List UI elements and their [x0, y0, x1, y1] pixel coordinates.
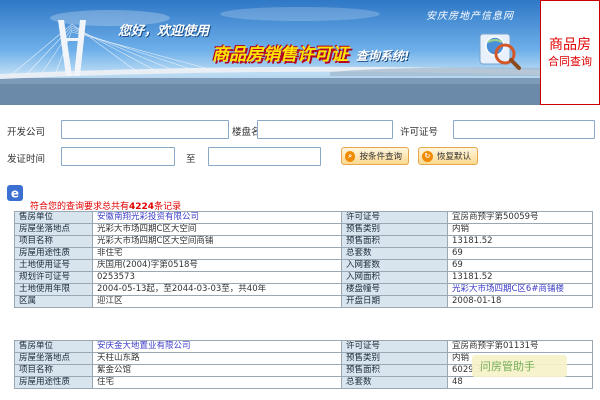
field-label: 楼盘幢号 — [341, 283, 448, 296]
table-row: 土地使用年限 2004-05-13起，至2044-03-03至，共40年 楼盘幢… — [14, 283, 593, 296]
search-button[interactable]: ⌕ 按条件查询 — [341, 147, 409, 165]
field-label: 房屋坐落地点 — [14, 223, 93, 236]
table-row: 房屋坐落地点 光彩大市场四期C区大空间 预售类别 内销 — [14, 223, 593, 236]
table-row: 房屋用途性质 非住宅 总套数 69 — [14, 247, 593, 260]
assistant-watermark[interactable]: 问房管助手 — [472, 355, 567, 377]
result-info-icon: e — [7, 185, 23, 201]
field-label: 预售面积 — [341, 364, 448, 377]
field-value: 69 — [447, 259, 593, 272]
magnifier-globe-icon — [479, 33, 521, 70]
building-input[interactable] — [257, 120, 393, 139]
seller-link[interactable]: 安徽南翔光彩投资有限公司 — [97, 213, 199, 223]
field-label: 总套数 — [341, 376, 448, 389]
field-value: 内销 — [447, 223, 593, 236]
field-value: 2008-01-18 — [447, 295, 593, 308]
field-label: 预售类别 — [341, 352, 448, 365]
table-row: 房屋用途性质 住宅 总套数 48 — [14, 376, 593, 389]
table-row: 项目名称 光彩大市场四期C区大空间商铺 预售面积 13181.52 — [14, 235, 593, 248]
banner-image: 安庆房地产信息网 您好，欢迎使用 商品房销售许可证 查询系统! — [0, 0, 540, 105]
field-label: 开盘日期 — [341, 295, 448, 308]
field-value: 宜房商预字第50059号 — [447, 211, 593, 224]
system-title: 商品房销售许可证 — [212, 45, 348, 65]
field-value: 69 — [447, 247, 593, 260]
table-row: 售房单位 安庆金大地置业有限公司 许可证号 宜房商预字第01131号 — [14, 340, 593, 353]
date-from-input[interactable] — [61, 147, 175, 166]
field-label: 入网面积 — [341, 271, 448, 284]
developer-input[interactable] — [61, 120, 229, 139]
field-value: 住宅 — [92, 376, 342, 389]
search-icon: ⌕ — [345, 150, 356, 162]
contract-query-link[interactable]: 商品房 合同查询 — [540, 0, 600, 105]
record-table-1: 售房单位 安徽南翔光彩投资有限公司 许可证号 宜房商预字第50059号 房屋坐落… — [14, 211, 593, 308]
developer-label: 开发公司 — [7, 127, 46, 138]
field-label: 售房单位 — [14, 211, 93, 224]
field-label: 房屋用途性质 — [14, 376, 93, 389]
date-to-input[interactable] — [208, 147, 321, 166]
table-row: 土地使用证号 庆国用(2004)字第0518号 入网套数 69 — [14, 259, 593, 272]
field-value: 13181.52 — [447, 235, 593, 248]
to-label: 至 — [186, 154, 196, 165]
building-number-link[interactable]: 光彩大市场四期C区6#商铺楼 — [452, 285, 564, 295]
contract-query-line2: 合同查询 — [548, 54, 592, 68]
permit-label: 许可证号 — [400, 127, 439, 138]
field-label: 区属 — [14, 295, 93, 308]
field-label: 许可证号 — [341, 211, 448, 224]
system-subtitle: 查询系统! — [356, 49, 410, 63]
site-brand: 安庆房地产信息网 — [426, 11, 514, 22]
field-value: 非住宅 — [92, 247, 342, 260]
refresh-icon: ↻ — [422, 150, 433, 162]
field-label: 许可证号 — [341, 340, 448, 353]
permit-input[interactable] — [453, 120, 595, 139]
table-row: 规划许可证号 0253573 入网面积 13181.52 — [14, 271, 593, 284]
field-label: 项目名称 — [14, 364, 93, 377]
table-row: 售房单位 安徽南翔光彩投资有限公司 许可证号 宜房商预字第50059号 — [14, 211, 593, 224]
svg-text:e: e — [11, 187, 19, 201]
field-label: 规划许可证号 — [14, 271, 93, 284]
field-value: 0253573 — [92, 271, 342, 284]
reset-button-label: 恢复默认 — [436, 152, 471, 162]
field-label: 土地使用年限 — [14, 283, 93, 296]
field-label: 售房单位 — [14, 340, 93, 353]
search-button-label: 按条件查询 — [359, 152, 402, 162]
field-value: 48 — [447, 376, 593, 389]
field-value: 宜房商预字第01131号 — [447, 340, 593, 353]
field-value: 紫金公馆 — [92, 364, 342, 377]
table-row: 区属 迎江区 开盘日期 2008-01-18 — [14, 295, 593, 308]
field-value: 天柱山东路 — [92, 352, 342, 365]
welcome-text: 您好，欢迎使用 — [118, 24, 210, 39]
field-label: 预售面积 — [341, 235, 448, 248]
field-label: 总套数 — [341, 247, 448, 260]
header-banner: 安庆房地产信息网 您好，欢迎使用 商品房销售许可证 查询系统! 商品房 合同查询 — [0, 0, 600, 105]
field-label: 预售类别 — [341, 223, 448, 236]
field-value: 光彩大市场四期C区大空间商铺 — [92, 235, 342, 248]
field-label: 房屋坐落地点 — [14, 352, 93, 365]
field-label: 房屋用途性质 — [14, 247, 93, 260]
contract-query-line1: 商品房 — [549, 36, 591, 53]
field-label: 土地使用证号 — [14, 259, 93, 272]
reset-button[interactable]: ↻ 恢复默认 — [418, 147, 478, 165]
field-label: 入网套数 — [341, 259, 448, 272]
field-value: 2004-05-13起，至2044-03-03至，共40年 — [92, 283, 342, 296]
field-value: 13181.52 — [447, 271, 593, 284]
field-value: 庆国用(2004)字第0518号 — [92, 259, 342, 272]
seller-link[interactable]: 安庆金大地置业有限公司 — [97, 342, 191, 352]
field-label: 项目名称 — [14, 235, 93, 248]
issue-time-label: 发证时间 — [7, 154, 46, 165]
field-value: 迎江区 — [92, 295, 342, 308]
field-value: 光彩大市场四期C区大空间 — [92, 223, 342, 236]
